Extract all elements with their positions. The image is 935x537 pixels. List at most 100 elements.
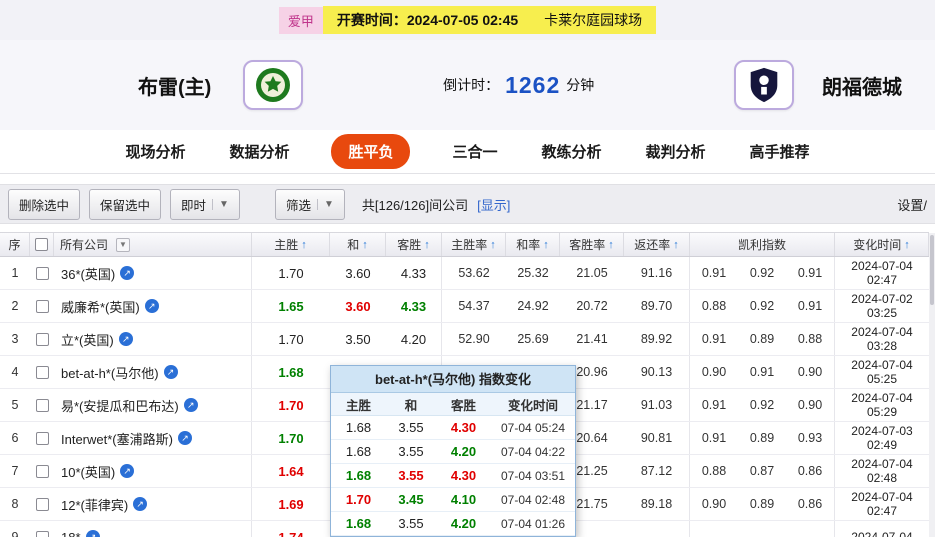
kelly-home: 0.90 (701, 365, 727, 379)
popup-draw-odds: 3.55 (398, 516, 424, 531)
row-checkbox[interactable] (35, 497, 49, 511)
countdown-value: 1262 (505, 71, 561, 98)
row-checkbox[interactable] (35, 464, 49, 478)
col-kelly-index[interactable]: 凯利指数 (690, 233, 835, 256)
row-index: 2 (11, 299, 19, 313)
keep-selected-button[interactable]: 保留选中 (89, 188, 162, 220)
kelly-draw: 0.92 (749, 299, 775, 313)
col-checkbox (30, 233, 54, 256)
settings-link[interactable]: 设置/ (897, 195, 927, 214)
odds-trend-icon[interactable]: ↗ (177, 431, 192, 445)
popup-change-time: 07-04 01:26 (500, 516, 566, 531)
away-rate: 20.72 (576, 299, 608, 313)
popup-header: 主胜 和 客胜 变化时间 (331, 393, 575, 416)
home-team-logo (243, 60, 304, 110)
company-filter-icon[interactable]: ▼ (116, 237, 131, 252)
popup-change-time: 07-04 05:24 (500, 420, 566, 435)
home-odds: 1.70 (278, 430, 304, 446)
company-name[interactable]: 36*(英国) (61, 264, 115, 283)
col-draw-rate[interactable]: 和率 ↑ (506, 233, 560, 256)
col-draw-odds[interactable]: 和 ↑ (330, 233, 386, 256)
odds-trend-icon[interactable]: ↗ (183, 398, 198, 412)
delete-selected-button[interactable]: 删除选中 (8, 188, 81, 220)
kelly-home: 0.88 (701, 299, 727, 313)
col-home-rate[interactable]: 主胜率 ↑ (442, 233, 506, 256)
tab-three-in-one[interactable]: 三合一 (450, 134, 499, 169)
venue-name: 卡莱尔庭园球场 (544, 12, 643, 28)
company-name[interactable]: 威廉希*(英国) (61, 297, 140, 316)
filter-dropdown[interactable]: 筛选 ▼ (274, 188, 345, 220)
popup-title: bet-at-h*(马尔他) 指数变化 (331, 366, 575, 393)
countdown-unit: 分钟 (566, 77, 595, 93)
chevron-down-icon: ▼ (316, 198, 334, 210)
row-checkbox[interactable] (35, 266, 49, 280)
odds-trend-icon[interactable]: ↗ (120, 464, 135, 478)
return-rate: 89.70 (624, 290, 690, 322)
popup-home-odds: 1.68 (345, 420, 372, 435)
company-name[interactable]: 10*(英国) (61, 462, 115, 481)
row-checkbox[interactable] (35, 398, 49, 412)
popup-away-odds: 4.30 (450, 420, 477, 435)
tab-expert-picks[interactable]: 高手推荐 (748, 134, 812, 169)
col-home-odds[interactable]: 主胜 ↑ (252, 233, 330, 256)
col-return-rate[interactable]: 返还率 ↑ (624, 233, 690, 256)
kelly-home: 0.88 (701, 464, 727, 478)
odds-trend-icon[interactable]: ↗ (144, 299, 159, 313)
row-checkbox[interactable] (35, 431, 49, 445)
col-company[interactable]: 所有公司 ▼ (54, 233, 252, 256)
table-row[interactable]: 2 威廉希*(英国) ↗ 1.65 3.60 4.33 54.37 24.92 2… (0, 290, 929, 323)
company-name[interactable]: bet-at-h*(马尔他) (61, 363, 159, 382)
instant-dropdown[interactable]: 即时 ▼ (170, 188, 240, 220)
home-odds: 1.74 (278, 529, 304, 537)
popup-home-odds: 1.68 (345, 468, 372, 483)
company-name[interactable]: 18* (61, 530, 81, 537)
odds-trend-icon[interactable]: ↗ (163, 365, 178, 379)
kelly-away (786, 521, 835, 537)
kelly-home: 0.91 (701, 332, 727, 346)
countdown-label: 倒计时： (443, 77, 500, 93)
change-time: 2024-07-04 05:29 (851, 391, 913, 419)
change-time: 2024-07-04 05:25 (851, 358, 913, 386)
show-link[interactable]: [显示] (477, 195, 510, 214)
tab-coach-analysis[interactable]: 教练分析 (540, 134, 604, 169)
col-change-time[interactable]: 变化时间 ↑ (835, 233, 929, 256)
change-time: 2024-07-04 03:28 (851, 325, 913, 353)
tab-win-draw-lose[interactable]: 胜平负 (331, 134, 411, 169)
table-row[interactable]: 1 36*(英国) ↗ 1.70 3.60 4.33 53.62 25.32 21… (0, 257, 929, 290)
kelly-home: 0.91 (701, 266, 727, 280)
topbar: 爱甲 开赛时间：2024-07-05 02:45 卡莱尔庭园球场 (0, 0, 935, 40)
countdown: 倒计时： 1262 分钟 (303, 72, 734, 99)
select-all-checkbox[interactable] (35, 238, 48, 251)
odds-trend-icon[interactable]: ↗ (85, 530, 100, 537)
odds-trend-icon[interactable]: ↗ (133, 497, 148, 511)
col-away-rate[interactable]: 客胜率 ↑ (560, 233, 624, 256)
company-name[interactable]: 12*(菲律宾) (61, 495, 128, 514)
row-index: 1 (11, 266, 19, 280)
odds-trend-icon[interactable]: ↗ (118, 332, 133, 346)
league-badge[interactable]: 爱甲 (278, 6, 323, 34)
popup-away-odds: 4.10 (450, 492, 477, 507)
row-checkbox[interactable] (35, 530, 49, 537)
row-checkbox[interactable] (35, 365, 49, 379)
company-name[interactable]: 立*(英国) (61, 330, 114, 349)
kelly-draw (738, 521, 786, 537)
return-rate: 89.92 (624, 323, 690, 355)
vertical-scrollbar[interactable] (929, 233, 935, 537)
table-row[interactable]: 3 立*(英国) ↗ 1.70 3.50 4.20 52.90 25.69 21.… (0, 323, 929, 356)
tab-referee-analysis[interactable]: 裁判分析 (644, 134, 708, 169)
change-time: 2024-07-04 02:48 (851, 457, 913, 485)
popup-home-odds: 1.68 (345, 516, 372, 531)
scrollbar-thumb[interactable] (930, 235, 934, 305)
company-name[interactable]: Interwet*(塞浦路斯) (61, 429, 173, 448)
draw-odds: 3.60 (345, 298, 371, 314)
tab-data-analysis[interactable]: 数据分析 (227, 134, 291, 169)
odds-trend-icon[interactable]: ↗ (120, 266, 135, 280)
company-name[interactable]: 易*(安提瓜和巴布达) (61, 396, 179, 415)
row-checkbox[interactable] (35, 332, 49, 346)
row-checkbox[interactable] (35, 299, 49, 313)
popup-col-home: 主胜 (345, 398, 371, 413)
sort-asc-icon: ↑ (673, 238, 679, 251)
home-odds: 1.70 (278, 397, 304, 413)
tab-live-analysis[interactable]: 现场分析 (123, 134, 187, 169)
col-away-odds[interactable]: 客胜 ↑ (386, 233, 442, 256)
